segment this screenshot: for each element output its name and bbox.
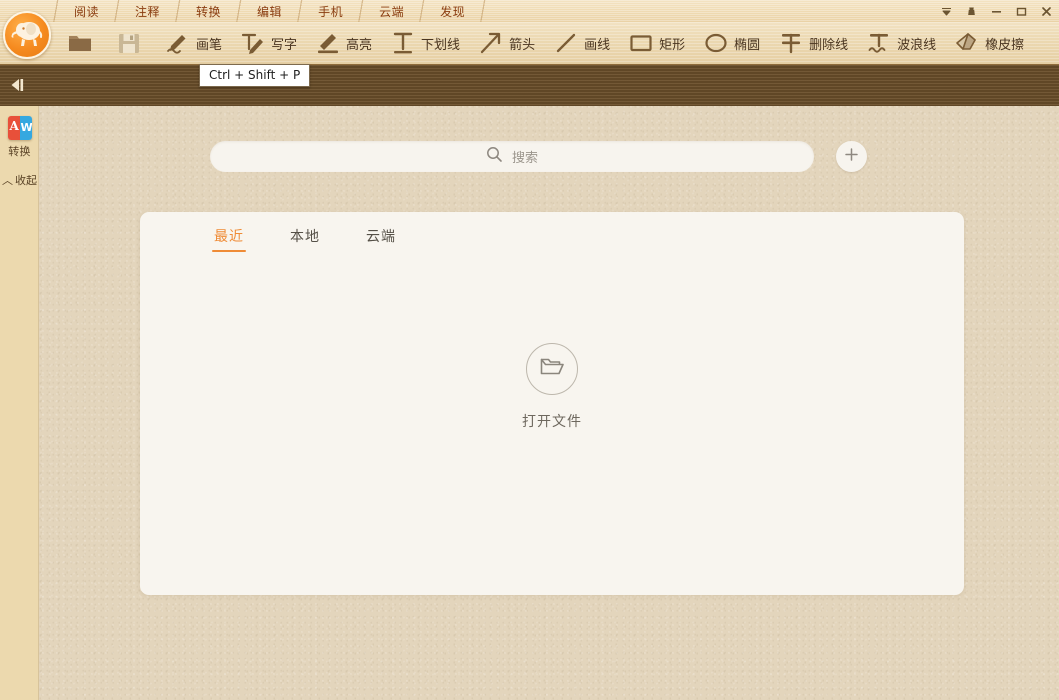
text-pencil-icon bbox=[240, 30, 266, 56]
menu-tab-cloud[interactable]: 云端 bbox=[361, 0, 422, 22]
search-placeholder: 搜索 bbox=[512, 147, 538, 166]
tab-cloud-label: 云端 bbox=[366, 229, 396, 245]
tab-local[interactable]: 本地 bbox=[290, 226, 320, 252]
app-logo[interactable] bbox=[3, 11, 51, 59]
toolbar-eraser[interactable]: 橡皮擦 bbox=[945, 22, 1033, 64]
eraser-icon bbox=[954, 30, 980, 56]
word-letter: W bbox=[21, 121, 32, 134]
menu-tab-label: 注释 bbox=[135, 3, 160, 20]
menu-tab-list: 阅读 注释 转换 编辑 手机 云端 发现 bbox=[56, 0, 483, 22]
toolbar-highlight-label: 高亮 bbox=[346, 34, 372, 53]
toolbar-pen-label: 画笔 bbox=[196, 34, 222, 53]
minimize-icon[interactable] bbox=[989, 4, 1003, 18]
toolbar-wavy-label: 波浪线 bbox=[897, 34, 936, 53]
toolbar-line-label: 画线 bbox=[584, 34, 610, 53]
sidebar-item-convert[interactable]: A W 转换 bbox=[0, 106, 39, 159]
strikethrough-icon bbox=[778, 30, 804, 56]
menu-tab-label: 云端 bbox=[379, 3, 404, 20]
toolbar-rectangle[interactable]: 矩形 bbox=[619, 22, 694, 64]
toolbar-open[interactable] bbox=[58, 22, 107, 64]
menu-tab-read[interactable]: 阅读 bbox=[56, 0, 117, 22]
tab-cloud[interactable]: 云端 bbox=[366, 226, 396, 252]
arrow-icon bbox=[478, 30, 504, 56]
elephant-logo-icon bbox=[9, 18, 45, 52]
wavy-line-icon bbox=[866, 30, 892, 56]
menu-tab-discover[interactable]: 发现 bbox=[422, 0, 483, 22]
toolbar-ellipse[interactable]: 椭圆 bbox=[694, 22, 769, 64]
plus-icon bbox=[843, 146, 860, 167]
toolbar-strikethrough-label: 删除线 bbox=[809, 34, 848, 53]
search-row: 搜索 bbox=[210, 141, 867, 172]
toolbar-strikethrough[interactable]: 删除线 bbox=[769, 22, 857, 64]
open-file-label: 打开文件 bbox=[522, 411, 582, 431]
pdf-to-word-icon: A W bbox=[8, 116, 32, 140]
menu-tab-label: 阅读 bbox=[74, 3, 99, 20]
toolbar-write-label: 写字 bbox=[271, 34, 297, 53]
file-list-card: 最近 本地 云端 打开文件 bbox=[140, 212, 964, 595]
sidebar-collapse-label: 收起 bbox=[15, 172, 37, 188]
toolbar-pen[interactable]: 画笔 bbox=[156, 22, 231, 64]
toolbar: 画笔 写字 高亮 bbox=[0, 22, 1059, 64]
sidebar-collapse-button[interactable]: ︿ 收起 bbox=[0, 172, 39, 188]
toolbar-ellipse-label: 椭圆 bbox=[734, 34, 760, 53]
menu-tab-convert[interactable]: 转换 bbox=[178, 0, 239, 22]
toolbar-save[interactable] bbox=[107, 22, 156, 64]
open-file-button[interactable]: 打开文件 bbox=[140, 343, 964, 431]
close-icon[interactable] bbox=[1039, 4, 1053, 18]
chevron-up-icon: ︿ bbox=[2, 172, 13, 188]
toolbar-highlight[interactable]: 高亮 bbox=[306, 22, 381, 64]
toolbar-arrow[interactable]: 箭头 bbox=[469, 22, 544, 64]
underline-icon bbox=[390, 30, 416, 56]
toolbar-arrow-label: 箭头 bbox=[509, 34, 535, 53]
toolbar-underline-label: 下划线 bbox=[421, 34, 460, 53]
window-controls bbox=[939, 0, 1053, 22]
ellipse-icon bbox=[703, 30, 729, 56]
maximize-icon[interactable] bbox=[1014, 4, 1028, 18]
search-icon bbox=[486, 146, 503, 167]
add-file-button[interactable] bbox=[836, 141, 867, 172]
toolbar-eraser-label: 橡皮擦 bbox=[985, 34, 1024, 53]
user-icon[interactable] bbox=[964, 4, 978, 18]
collapse-bar bbox=[0, 64, 1059, 106]
toolbar-write[interactable]: 写字 bbox=[231, 22, 306, 64]
card-tab-list: 最近 本地 云端 bbox=[214, 226, 396, 252]
shortcut-tooltip: Ctrl + Shift + P bbox=[199, 64, 310, 87]
main-work-area: 搜索 最近 本地 云端 打开文 bbox=[39, 106, 1059, 700]
rectangle-icon bbox=[628, 30, 654, 56]
line-icon bbox=[553, 30, 579, 56]
search-input[interactable]: 搜索 bbox=[210, 141, 814, 172]
toolbar-tool-list: 画笔 写字 高亮 bbox=[58, 22, 1033, 64]
toolbar-rectangle-label: 矩形 bbox=[659, 34, 685, 53]
skin-dropdown-icon[interactable] bbox=[939, 4, 953, 18]
folder-open-icon bbox=[539, 355, 565, 383]
sidebar-item-convert-label: 转换 bbox=[8, 143, 31, 159]
menu-tab-edit[interactable]: 编辑 bbox=[239, 0, 300, 22]
left-sidebar: A W 转换 ︿ 收起 bbox=[0, 106, 39, 700]
menu-tab-label: 手机 bbox=[318, 3, 343, 20]
highlighter-icon bbox=[315, 30, 341, 56]
open-folder-icon bbox=[67, 30, 93, 56]
pdf-letter: A bbox=[10, 119, 19, 133]
menu-tab-label: 发现 bbox=[440, 3, 465, 20]
toolbar-line[interactable]: 画线 bbox=[544, 22, 619, 64]
tab-recent[interactable]: 最近 bbox=[214, 226, 244, 252]
menu-bar: 阅读 注释 转换 编辑 手机 云端 发现 bbox=[0, 0, 1059, 22]
collapse-left-arrow-icon[interactable] bbox=[8, 76, 30, 94]
save-floppy-icon bbox=[116, 30, 142, 56]
pencil-squiggle-icon bbox=[165, 30, 191, 56]
tab-recent-label: 最近 bbox=[214, 229, 244, 245]
menu-tab-annotate[interactable]: 注释 bbox=[117, 0, 178, 22]
open-file-circle bbox=[526, 343, 578, 395]
menu-tab-mobile[interactable]: 手机 bbox=[300, 0, 361, 22]
menu-tab-label: 转换 bbox=[196, 3, 221, 20]
menu-tab-label: 编辑 bbox=[257, 3, 282, 20]
toolbar-wavy[interactable]: 波浪线 bbox=[857, 22, 945, 64]
toolbar-underline[interactable]: 下划线 bbox=[381, 22, 469, 64]
tab-local-label: 本地 bbox=[290, 229, 320, 245]
